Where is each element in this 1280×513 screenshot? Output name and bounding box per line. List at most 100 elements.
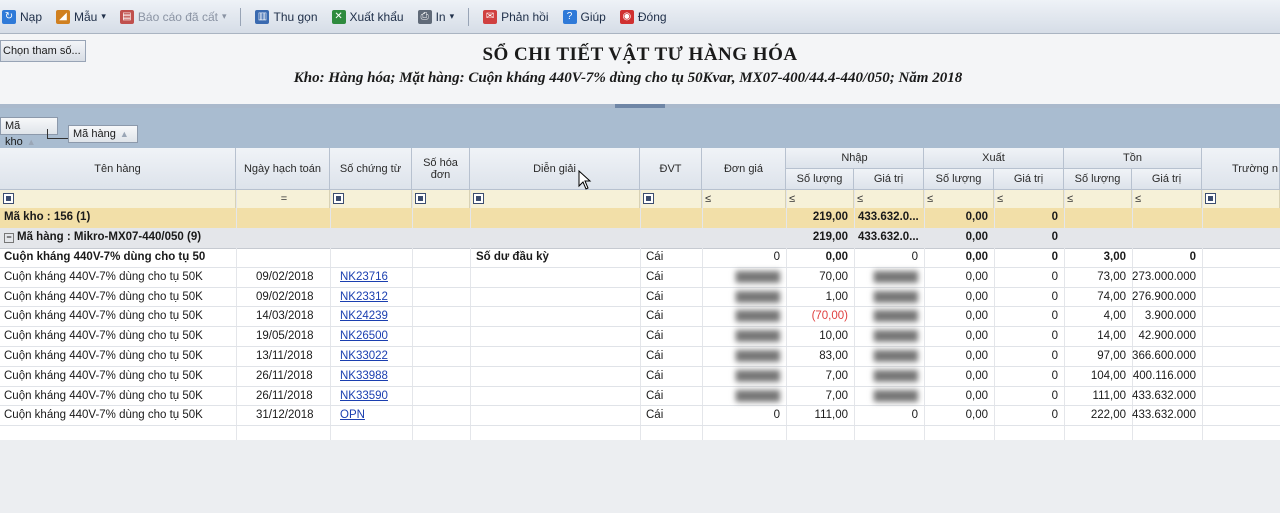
cell-ten-hang: Cuộn kháng 440V-7% dùng cho tụ 50K <box>4 330 203 343</box>
table-row[interactable]: Cuộn kháng 440V-7% dùng cho tụ 50K 14/03/… <box>0 307 1280 328</box>
table-row[interactable]: Cuộn kháng 440V-7% dùng cho tụ 50K 26/11/… <box>0 387 1280 407</box>
cell-so-chung-tu[interactable] <box>330 248 412 267</box>
cell-xuat-gia-tri: 0 <box>1051 369 1058 382</box>
cell-dien-giai <box>470 268 640 287</box>
cell-dvt: Cái <box>646 251 664 263</box>
toolbar-excel-export-button[interactable]: ✕ Xuất khẩu <box>331 9 404 24</box>
filter-ton-sl[interactable]: ≤ <box>1064 190 1132 208</box>
table-row[interactable]: Cuộn kháng 440V-7% dùng cho tụ 50K 13/11/… <box>0 347 1280 367</box>
cell-ten-hang: Cuộn kháng 440V-7% dùng cho tụ 50K <box>4 290 203 303</box>
filter-xuat-sl[interactable]: ≤ <box>924 190 994 208</box>
toolbar-save-report-button[interactable]: ▤ Báo cáo đã cất ▾ <box>119 9 227 24</box>
cell-so-chung-tu[interactable]: NK24239 <box>330 307 412 326</box>
cell-dien-giai <box>470 288 640 307</box>
cell-so-chung-tu[interactable]: NK23312 <box>330 288 412 307</box>
cell-ten-hang: Cuộn kháng 440V-7% dùng cho tụ 50 <box>4 251 206 263</box>
blurred-value: ▇▇▇▇▇ <box>873 369 918 382</box>
col-header-so-chung-tu[interactable]: Số chứng từ <box>330 148 412 190</box>
filter-toggle-icon <box>473 193 484 204</box>
filter-ngay[interactable]: = <box>236 190 330 208</box>
filter-nhap-gt[interactable]: ≤ <box>854 190 924 208</box>
cell-dien-giai <box>470 406 640 425</box>
sort-asc-icon: ▲ <box>119 129 129 139</box>
toolbar-separator <box>240 7 242 26</box>
cell-xuat-so-luong: 0,00 <box>965 409 988 422</box>
filter-ten-hang[interactable] <box>0 190 236 208</box>
col-header-dvt[interactable]: ĐVT <box>640 148 702 190</box>
group-nhap-so-luong: 219,00 <box>812 231 848 243</box>
toolbar-close-button[interactable]: ◉ Đóng <box>619 9 667 24</box>
toolbar-help-button[interactable]: ? Giúp <box>562 9 606 24</box>
toolbar-refresh-button[interactable]: ↻ Nạp <box>2 9 42 24</box>
col-header-ton-gia-tri[interactable]: Giá trị <box>1132 169 1202 190</box>
cell-ten-hang: Cuộn kháng 440V-7% dùng cho tụ 50K <box>4 369 203 382</box>
table-row[interactable]: Cuộn kháng 440V-7% dùng cho tụ 50K 09/02/… <box>0 268 1280 288</box>
filter-xuat-gt[interactable]: ≤ <box>994 190 1064 208</box>
col-header-nhap-so-luong[interactable]: Số lượng <box>786 169 854 190</box>
cell-so-chung-tu[interactable]: NK26500 <box>330 327 412 346</box>
report-title: SỔ CHI TIẾT VẬT TƯ HÀNG HÓA <box>482 44 798 65</box>
cell-ngay-hach-toan: 26/11/2018 <box>256 369 313 382</box>
group-label-wrap: − Mã hàng : Mikro-MX07-440/050 (9) <box>0 228 300 248</box>
dropdown-arrow-icon[interactable]: ▾ <box>450 11 455 22</box>
cell-nhap-so-luong: (70,00) <box>811 310 848 323</box>
cell-so-chung-tu[interactable]: NK23716 <box>330 268 412 287</box>
group-chip-label: Mã kho <box>5 120 23 148</box>
table-row[interactable]: Cuộn kháng 440V-7% dùng cho tụ 50K 09/02/… <box>0 288 1280 308</box>
filter-ton-gt[interactable]: ≤ <box>1132 190 1202 208</box>
filter-don-gia[interactable]: ≤ <box>702 190 786 208</box>
group-xuat-so-luong: 0,00 <box>965 211 988 223</box>
cell-nhap-gia-tri: 0 <box>911 409 918 422</box>
col-header-ten-hang[interactable]: Tên hàng <box>0 148 236 190</box>
toolbar-template-button[interactable]: ◢ Mẫu ▾ <box>56 9 106 24</box>
cell-so-chung-tu[interactable]: OPN <box>330 406 412 425</box>
cell-xuat-so-luong: 0,00 <box>965 369 988 382</box>
save-report-icon: ▤ <box>119 9 134 24</box>
col-header-nhap-gia-tri[interactable]: Giá trị <box>854 169 924 190</box>
filter-dvt[interactable] <box>640 190 702 208</box>
filter-truong[interactable] <box>1202 190 1280 208</box>
cell-xuat-gia-tri: 0 <box>1051 290 1058 303</box>
filter-nhap-sl[interactable]: ≤ <box>786 190 854 208</box>
toolbar-printer-button[interactable]: ⎙ In ▾ <box>417 9 455 24</box>
expand-minus-icon[interactable]: − <box>4 233 14 243</box>
col-header-so-hoa-don[interactable]: Số hóa đơn <box>412 148 470 190</box>
filter-so-chung-tu[interactable] <box>330 190 412 208</box>
cell-so-chung-tu[interactable]: NK33590 <box>330 387 412 406</box>
cell-ngay-hach-toan: 09/02/2018 <box>256 290 314 303</box>
cell-ton-so-luong: 4,00 <box>1103 310 1126 323</box>
table-row[interactable]: Cuộn kháng 440V-7% dùng cho tụ 50K 19/05/… <box>0 327 1280 347</box>
col-header-xuat-so-luong[interactable]: Số lượng <box>924 169 994 190</box>
sort-asc-icon: ▲ <box>26 137 36 147</box>
toolbar-feedback-button[interactable]: ✉ Phản hồi <box>483 9 549 24</box>
cell-xuat-gia-tri: 0 <box>1051 330 1058 343</box>
table-row[interactable]: Cuộn kháng 440V-7% dùng cho tụ 50K 26/11/… <box>0 367 1280 387</box>
col-header-xuat[interactable]: Xuất <box>924 148 1064 169</box>
cell-ten-hang: Cuộn kháng 440V-7% dùng cho tụ 50K <box>4 409 203 422</box>
cell-ngay-hach-toan: 13/11/2018 <box>256 350 313 362</box>
col-header-ton-so-luong[interactable]: Số lượng <box>1064 169 1132 190</box>
cell-dien-giai: Số dư đầu kỳ <box>476 251 549 263</box>
table-row[interactable]: Cuộn kháng 440V-7% dùng cho tụ 50 Số dư đ… <box>0 248 1280 268</box>
filter-dien-giai[interactable] <box>470 190 640 208</box>
cell-nhap-so-luong: 70,00 <box>819 270 848 283</box>
cell-so-chung-tu[interactable]: NK33988 <box>330 367 412 386</box>
col-header-truong[interactable]: Trường n <box>1202 148 1280 190</box>
filter-so-hoa-don[interactable] <box>412 190 470 208</box>
toolbar-collapse-button[interactable]: ▥ Thu gọn <box>255 9 318 24</box>
dropdown-arrow-icon[interactable]: ▾ <box>222 11 227 22</box>
col-header-ton[interactable]: Tồn <box>1064 148 1202 169</box>
cell-ngay-hach-toan <box>236 248 330 267</box>
cell-so-chung-tu[interactable]: NK33022 <box>330 347 412 366</box>
col-header-ngay-hach-toan[interactable]: Ngày hạch toán <box>236 148 330 190</box>
col-header-xuat-gia-tri[interactable]: Giá trị <box>994 169 1064 190</box>
col-header-don-gia[interactable]: Đơn giá <box>702 148 786 190</box>
cell-ngay-hach-toan: 19/05/2018 <box>256 330 314 343</box>
col-header-dien-giai[interactable]: Diễn giải <box>470 148 640 190</box>
cell-nhap-gia-tri: 0 <box>911 251 918 263</box>
table-row[interactable]: Cuộn kháng 440V-7% dùng cho tụ 50K 31/12/… <box>0 406 1280 427</box>
dropdown-arrow-icon[interactable]: ▾ <box>101 11 106 22</box>
col-header-nhap[interactable]: Nhập <box>786 148 924 169</box>
empty-area <box>0 440 1280 513</box>
group-chip-ma-hang[interactable]: Mã hàng ▲ <box>68 125 138 143</box>
